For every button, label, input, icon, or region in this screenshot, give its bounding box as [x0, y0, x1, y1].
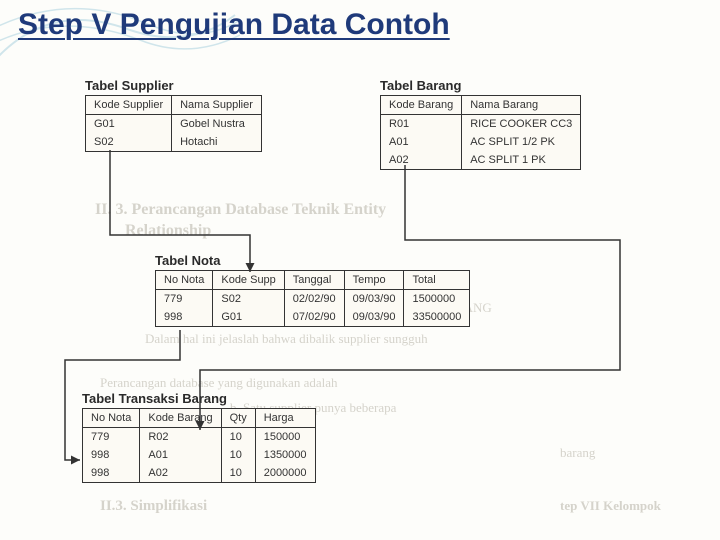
table-nota: Tabel Nota No Nota Kode Supp Tanggal Tem… [155, 253, 470, 327]
table-row: A01AC SPLIT 1/2 PK [381, 133, 581, 151]
col-header: Tanggal [284, 271, 344, 290]
col-header: Kode Supp [213, 271, 284, 290]
col-header: Harga [255, 409, 315, 428]
col-header: No Nota [156, 271, 213, 290]
bg-text: Perancangan database yang digunakan adal… [100, 375, 338, 391]
table-label: Tabel Nota [155, 253, 470, 268]
nota-grid: No Nota Kode Supp Tanggal Tempo Total 77… [155, 270, 470, 327]
page-title: Step V Pengujian Data Contoh [18, 8, 450, 42]
bg-text: Relationship [125, 222, 211, 240]
bg-text: tep VII Kelompok [560, 498, 661, 514]
bg-text: barang [560, 445, 595, 461]
barang-grid: Kode Barang Nama Barang R01RICE COOKER C… [380, 95, 581, 170]
transaksi-grid: No Nota Kode Barang Qty Harga 779R021015… [82, 408, 316, 483]
col-header: Nama Supplier [172, 96, 262, 115]
col-header: Qty [221, 409, 255, 428]
table-row: A02AC SPLIT 1 PK [381, 151, 581, 170]
table-transaksi: Tabel Transaksi Barang No Nota Kode Bara… [82, 392, 316, 483]
table-label: Tabel Transaksi Barang [82, 392, 316, 406]
bg-text: II. 3. Perancangan Database Teknik Entit… [95, 201, 386, 219]
col-header: Tempo [344, 271, 404, 290]
table-row: 998 G01 07/02/90 09/03/90 33500000 [156, 308, 470, 327]
table-label: Tabel Barang [380, 78, 581, 93]
col-header: Kode Supplier [86, 96, 172, 115]
table-row: 779 S02 02/02/90 09/03/90 1500000 [156, 290, 470, 309]
col-header: No Nota [83, 409, 140, 428]
bg-text: II.3. Simplifikasi [100, 498, 207, 515]
col-header: Nama Barang [462, 96, 581, 115]
table-row: 998A01101350000 [83, 446, 316, 464]
table-row: 998A02102000000 [83, 464, 316, 483]
table-row: G01 Gobel Nustra [86, 115, 262, 134]
table-supplier: Tabel Supplier Kode Supplier Nama Suppli… [85, 78, 262, 152]
table-row: 779R0210150000 [83, 428, 316, 447]
table-barang: Tabel Barang Kode Barang Nama Barang R01… [380, 78, 581, 170]
col-header: Kode Barang [140, 409, 221, 428]
col-header: Kode Barang [381, 96, 462, 115]
col-header: Total [404, 271, 470, 290]
table-row: R01RICE COOKER CC3 [381, 115, 581, 134]
bg-text: Dalam hal ini jelaslah bahwa dibalik sup… [145, 331, 428, 347]
table-row: S02 Hotachi [86, 133, 262, 152]
supplier-grid: Kode Supplier Nama Supplier G01 Gobel Nu… [85, 95, 262, 152]
table-label: Tabel Supplier [85, 78, 262, 93]
